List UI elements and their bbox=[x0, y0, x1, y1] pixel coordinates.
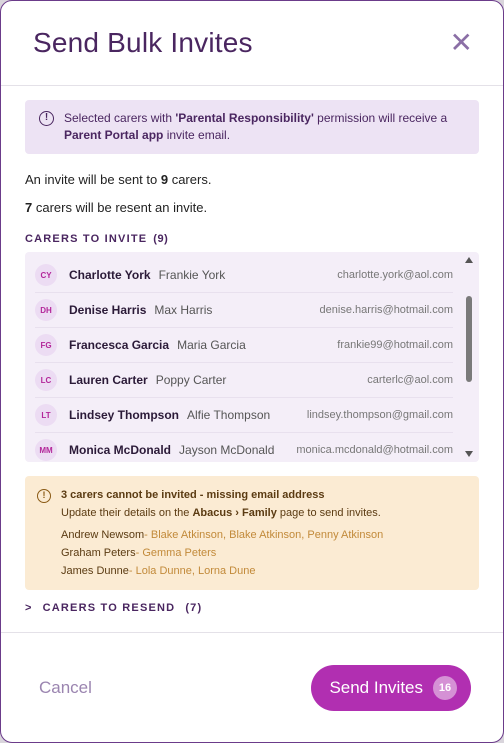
section-label: CARERS TO RESEND bbox=[42, 602, 176, 614]
avatar: DH bbox=[35, 299, 57, 321]
child-name: Alfie Thompson bbox=[187, 408, 271, 422]
bulk-invite-modal: Send Bulk Invites ✕ ! Selected carers wi… bbox=[0, 0, 504, 743]
info-icon: ! bbox=[39, 111, 54, 126]
missing-carer-line: James Dunne- Lola Dunne, Lorna Dune bbox=[61, 562, 383, 580]
close-icon[interactable]: ✕ bbox=[450, 29, 473, 57]
abacus-family-link[interactable]: Abacus › Family bbox=[192, 507, 276, 519]
carer-row: FG Francesca Garcia Maria Garcia frankie99@… bbox=[35, 328, 453, 363]
avatar: LC bbox=[35, 369, 57, 391]
child-name: Poppy Carter bbox=[155, 373, 227, 387]
child-name: Max Harris bbox=[154, 303, 213, 317]
info-text-part: Selected carers with bbox=[64, 111, 176, 125]
invite-summary: An invite will be sent to 9 carers. bbox=[25, 172, 479, 187]
permission-name: 'Parental Responsibility' bbox=[175, 111, 314, 125]
carer-row: DH Denise Harris Max Harris denise.harris@h… bbox=[35, 293, 453, 328]
scroll-down-arrow-icon[interactable] bbox=[465, 451, 473, 457]
scroll-thumb[interactable] bbox=[466, 296, 472, 382]
carer-name: Monica McDonald bbox=[69, 443, 172, 457]
send-count-badge: 16 bbox=[433, 675, 457, 700]
missing-carer-line: Graham Peters- Gemma Peters bbox=[61, 544, 383, 562]
scrollbar[interactable] bbox=[463, 252, 475, 462]
carers-list-container: CY Charlotte York Frankie York charlotte.yo… bbox=[25, 252, 479, 462]
alert-icon: ! bbox=[37, 489, 51, 503]
resend-summary: 7 carers will be resent an invite. bbox=[25, 200, 479, 215]
summary-text: carers will be resent an invite. bbox=[32, 200, 208, 215]
carers-to-resend-toggle[interactable]: > CARERS TO RESEND (7) bbox=[25, 602, 479, 614]
carer-name: Denise Harris bbox=[69, 303, 147, 317]
carer-email: lindsey.thompson@gmail.com bbox=[306, 409, 453, 421]
warning-title: 3 carers cannot be invited - missing ema… bbox=[61, 489, 325, 501]
carer-email: frankie99@hotmail.com bbox=[337, 339, 453, 351]
warning-text: Update their details on the bbox=[61, 507, 193, 519]
info-banner: ! Selected carers with 'Parental Respons… bbox=[25, 100, 479, 154]
scroll-up-arrow-icon[interactable] bbox=[465, 257, 473, 263]
send-button-label: Send Invites bbox=[329, 677, 423, 697]
section-count: (9) bbox=[153, 233, 169, 245]
carers-to-invite-heading: CARERS TO INVITE (9) bbox=[25, 233, 479, 245]
modal-header: Send Bulk Invites ✕ bbox=[1, 1, 503, 86]
avatar: FG bbox=[35, 334, 57, 356]
carer-email: charlotte.york@aol.com bbox=[337, 269, 453, 281]
carer-name: Charlotte York bbox=[69, 268, 151, 282]
carer-name: Lauren Carter bbox=[69, 373, 148, 387]
missing-carer-name: Andrew Newsom bbox=[61, 529, 145, 541]
chevron-right-icon: > bbox=[25, 602, 33, 614]
child-name: Frankie York bbox=[158, 268, 226, 282]
warning-banner: ! 3 carers cannot be invited - missing e… bbox=[25, 476, 479, 590]
avatar: CY bbox=[35, 264, 57, 286]
carer-email: carterlc@aol.com bbox=[367, 374, 453, 386]
summary-text: An invite will be sent to bbox=[25, 172, 161, 187]
missing-carer-children: - Blake Atkinson, Blake Atkinson, Penny … bbox=[144, 529, 384, 541]
carer-row: CY Charlotte York Frankie York charlotte.yo… bbox=[35, 258, 453, 293]
carer-name: Francesca Garcia bbox=[69, 338, 170, 352]
carer-row: LT Lindsey Thompson Alfie Thompson lindsey.… bbox=[35, 398, 453, 433]
cancel-button[interactable]: Cancel bbox=[39, 678, 92, 698]
carers-list: CY Charlotte York Frankie York charlotte.yo… bbox=[35, 258, 453, 462]
child-name: Maria Garcia bbox=[177, 338, 246, 352]
avatar: LT bbox=[35, 404, 57, 426]
missing-carer-name: Graham Peters bbox=[61, 547, 136, 559]
warning-content: 3 carers cannot be invited - missing ema… bbox=[61, 486, 383, 580]
warning-subtitle: Update their details on the Abacus › Fam… bbox=[61, 504, 383, 522]
summary-text: carers. bbox=[168, 172, 212, 187]
carer-row: LC Lauren Carter Poppy Carter carterlc@aol.… bbox=[35, 363, 453, 398]
missing-carer-children: - Lola Dunne, Lorna Dune bbox=[128, 565, 256, 577]
missing-carer-children: - Gemma Peters bbox=[135, 547, 217, 559]
send-invites-button[interactable]: Send Invites 16 bbox=[311, 664, 471, 711]
carer-row: MM Monica McDonald Jayson McDonald monica.m… bbox=[35, 433, 453, 462]
missing-carer-line: Andrew Newsom- Blake Atkinson, Blake Atk… bbox=[61, 526, 383, 544]
modal-body: ! Selected carers with 'Parental Respons… bbox=[1, 86, 503, 614]
info-text-part: invite email. bbox=[163, 128, 231, 142]
info-text-part: permission will receive a bbox=[313, 111, 448, 125]
warning-text: page to send invites. bbox=[276, 507, 381, 519]
section-label: CARERS TO INVITE bbox=[25, 233, 148, 245]
missing-email-list: Andrew Newsom- Blake Atkinson, Blake Atk… bbox=[61, 526, 383, 580]
modal-title: Send Bulk Invites bbox=[33, 27, 253, 58]
info-text: Selected carers with 'Parental Responsib… bbox=[64, 110, 465, 144]
missing-carer-name: James Dunne bbox=[61, 565, 129, 577]
app-name: Parent Portal app bbox=[64, 128, 164, 142]
section-count: (7) bbox=[185, 602, 203, 614]
invite-count: 9 bbox=[160, 172, 169, 187]
child-name: Jayson McDonald bbox=[179, 443, 275, 457]
modal-footer: Cancel Send Invites 16 bbox=[1, 632, 503, 742]
carer-name: Lindsey Thompson bbox=[69, 408, 180, 422]
avatar: MM bbox=[35, 439, 57, 461]
carer-email: denise.harris@hotmail.com bbox=[319, 304, 453, 316]
carer-email: monica.mcdonald@hotmail.com bbox=[296, 444, 453, 456]
